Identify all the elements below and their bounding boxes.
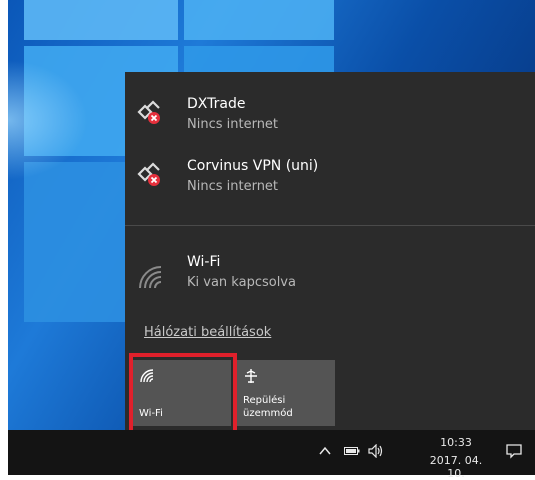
network-flyout: DXTrade Nincs internet Corvinus VPN (uni…	[125, 72, 535, 430]
network-name: Corvinus VPN (uni)	[187, 158, 319, 174]
wifi-icon	[140, 369, 154, 383]
divider	[125, 225, 535, 226]
network-item-dxtrade[interactable]: DXTrade Nincs internet	[125, 86, 535, 144]
clock-time[interactable]: 10:33	[426, 436, 486, 449]
clock-date[interactable]: 2017. 04. 10.	[420, 454, 492, 480]
network-status: Nincs internet	[187, 117, 279, 132]
quick-action-airplane-mode[interactable]: Repülési üzemmód	[235, 360, 335, 426]
action-center-icon[interactable]	[506, 443, 522, 459]
chevron-up-icon[interactable]	[319, 446, 331, 456]
wallpaper-pane	[184, 0, 334, 40]
wallpaper-pane	[24, 0, 178, 40]
network-name: DXTrade	[187, 96, 246, 112]
tile-label: Repülési üzemmód	[243, 395, 293, 419]
network-name: Wi-Fi	[187, 254, 221, 270]
wallpaper-glow	[8, 60, 88, 180]
quick-action-wifi[interactable]: Wi-Fi	[131, 360, 231, 426]
tile-label: Wi-Fi	[139, 408, 163, 419]
network-status: Ki van kapcsolva	[187, 275, 296, 290]
battery-icon[interactable]	[344, 446, 360, 456]
volume-icon[interactable]	[368, 444, 384, 458]
network-item-corvinus-vpn[interactable]: Corvinus VPN (uni) Nincs internet	[125, 148, 535, 206]
network-settings-link[interactable]: Hálózati beállítások	[144, 325, 271, 340]
wifi-off-icon	[139, 266, 162, 289]
network-no-internet-icon	[137, 162, 160, 186]
network-no-internet-icon	[137, 100, 160, 124]
network-item-wifi[interactable]: Wi-Fi Ki van kapcsolva	[125, 244, 535, 302]
taskbar: 10:33 2017. 04. 10.	[8, 430, 535, 480]
airplane-icon	[245, 369, 257, 383]
network-status: Nincs internet	[187, 179, 279, 194]
